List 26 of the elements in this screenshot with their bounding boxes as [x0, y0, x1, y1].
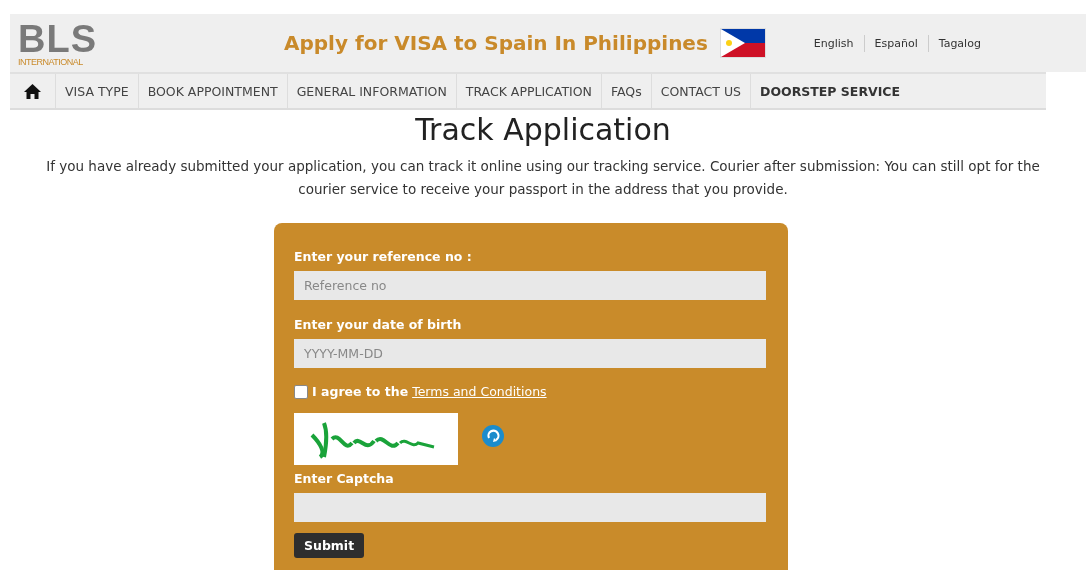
- page-title: Track Application: [414, 112, 672, 147]
- intro-text: If you have already submitted your application, you can track it online using our tracking service. Courier after submission: You can still opt for the courier service to receive your passport in the address that you provide.: [45, 157, 1041, 199]
- logo[interactable]: BLS INTERNATIONAL: [18, 19, 118, 67]
- refresh-icon[interactable]: [482, 425, 504, 447]
- reference-field[interactable]: Reference no: [294, 271, 766, 300]
- field-label: Enter Captcha: [294, 471, 395, 486]
- language-link[interactable]: English: [803, 34, 864, 52]
- language-link[interactable]: Español: [863, 34, 928, 52]
- nav-item[interactable]: VISA TYPE: [56, 74, 139, 108]
- captcha-field[interactable]: [294, 493, 766, 522]
- site-title: Apply for VISA to Spain In Philippines: [284, 31, 708, 55]
- nav-item[interactable]: FAQs: [601, 74, 652, 108]
- date-field[interactable]: YYYY-MM-DD: [294, 339, 766, 368]
- nav-item[interactable]: GENERAL INFORMATION: [287, 74, 457, 108]
- nav-item[interactable]: CONTACT US: [651, 74, 752, 108]
- field-label: Enter your date of birth: [294, 317, 463, 332]
- nav-item[interactable]: TRACK APPLICATION: [456, 74, 602, 108]
- language-link[interactable]: Tagalog: [927, 34, 991, 52]
- nav-item[interactable]: BOOK APPOINTMENT: [138, 74, 288, 108]
- agree-text: I agree to the: [312, 384, 409, 399]
- checkbox[interactable]: [294, 384, 308, 399]
- submit-button[interactable]: Submit: [294, 533, 365, 558]
- nav-item[interactable]: DOORSTEP SERVICE: [751, 74, 910, 108]
- flag-icon: [719, 28, 766, 58]
- field-label: Enter your reference no :: [294, 249, 473, 264]
- home-icon: [24, 83, 41, 99]
